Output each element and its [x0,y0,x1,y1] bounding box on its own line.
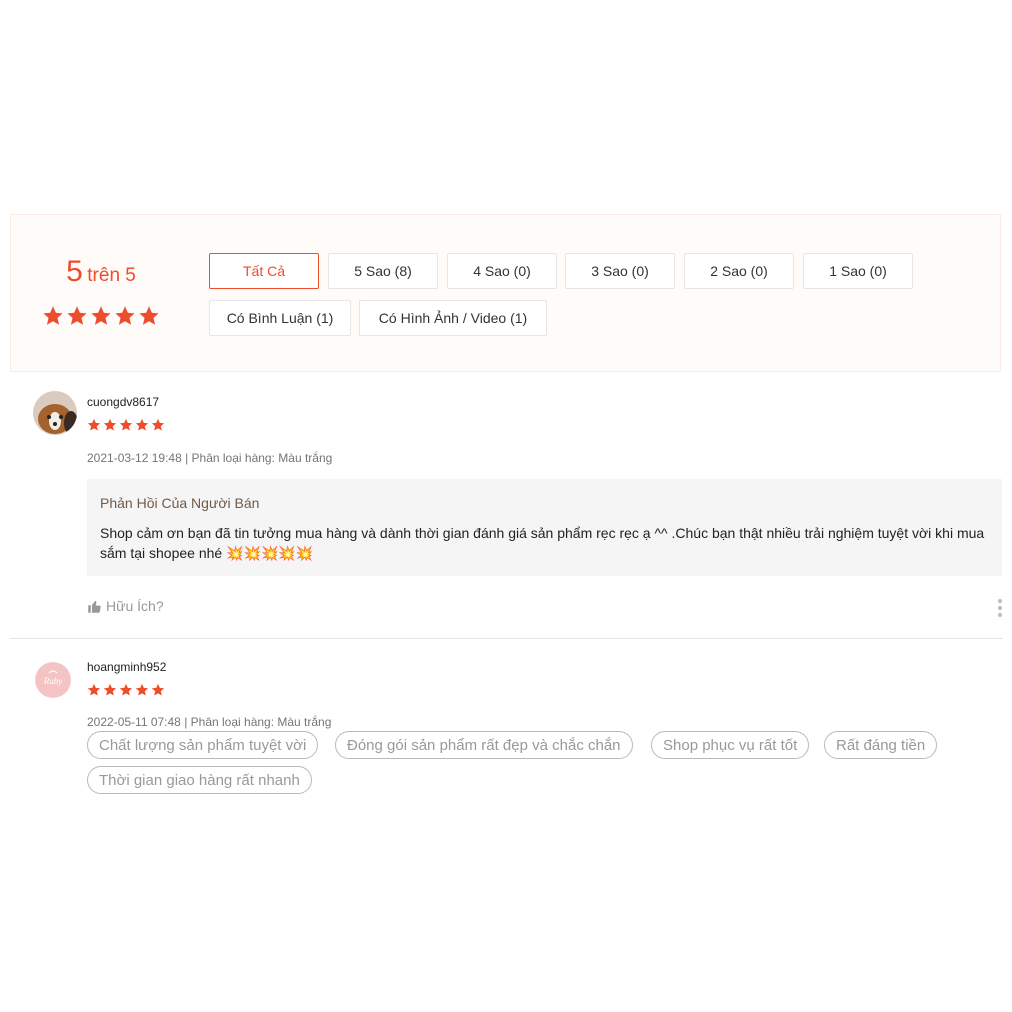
avatar[interactable]: Ruby [35,662,71,698]
star-icon [87,683,101,696]
star-icon [91,306,111,325]
review-tag: Thời gian giao hàng rất nhanh [87,766,312,794]
star-icon [151,418,165,431]
star-icon [103,418,117,431]
seller-reply-text: Shop cảm ơn bạn đã tin tưởng mua hàng và… [100,525,985,561]
review-tag: Chất lượng sản phẩm tuyệt vời [87,731,319,759]
star-icon [67,306,87,325]
svg-text:Ruby: Ruby [43,676,63,686]
thumbs-up-icon [88,600,101,613]
reviewer-username[interactable]: cuongdv8617 [87,395,159,409]
review-tag: Shop phục vụ rất tốt [651,731,810,759]
review-divider [10,638,1003,639]
filter-4-star-button[interactable]: 4 Sao (0) [447,253,557,289]
review-stars [87,683,165,697]
reviewer-username[interactable]: hoangminh952 [87,660,166,674]
filter-5-star-button[interactable]: 5 Sao (8) [328,253,438,289]
review-stars [87,418,165,432]
seller-reply-title: Phản Hồi Của Người Bán [100,495,260,511]
filter-with-media-button[interactable]: Có Hình Ảnh / Video (1) [359,300,547,336]
star-icon [87,418,101,431]
star-icon [151,683,165,696]
filter-1-star-button[interactable]: 1 Sao (0) [803,253,913,289]
review-meta: 2022-05-11 07:48 | Phân loại hàng: Màu t… [87,715,332,729]
star-icon [119,418,133,431]
more-vertical-icon[interactable] [998,599,1002,620]
filter-2-star-button[interactable]: 2 Sao (0) [684,253,794,289]
review-tag: Đóng gói sản phẩm rất đẹp và chắc chắn [335,731,633,759]
rating-score: 5 trên 5 [11,255,191,289]
star-icon [135,418,149,431]
seller-reply: Phản Hồi Của Người Bán Shop cảm ơn bạn đ… [87,479,1002,576]
filter-with-comment-button[interactable]: Có Bình Luận (1) [209,300,351,336]
star-icon [119,683,133,696]
star-icon [43,306,63,325]
rating-summary: 5 trên 5 Tất Cả 5 Sao (8) 4 Sao (0) 3 Sa… [10,214,1001,372]
filter-all-button[interactable]: Tất Cả [209,253,319,289]
star-icon [115,306,135,325]
helpful-label: Hữu Ích? [106,598,164,614]
filter-3-star-button[interactable]: 3 Sao (0) [565,253,675,289]
helpful-button[interactable]: Hữu Ích? [87,598,164,614]
score-suffix: trên 5 [87,265,136,286]
summary-stars [42,305,160,327]
avatar[interactable] [33,391,77,435]
star-icon [135,683,149,696]
review-meta: 2021-03-12 19:48 | Phân loại hàng: Màu t… [87,451,333,465]
review-tag: Rất đáng tiền [824,731,938,759]
star-icon [103,683,117,696]
score-value: 5 [66,255,83,288]
star-icon [139,306,159,325]
